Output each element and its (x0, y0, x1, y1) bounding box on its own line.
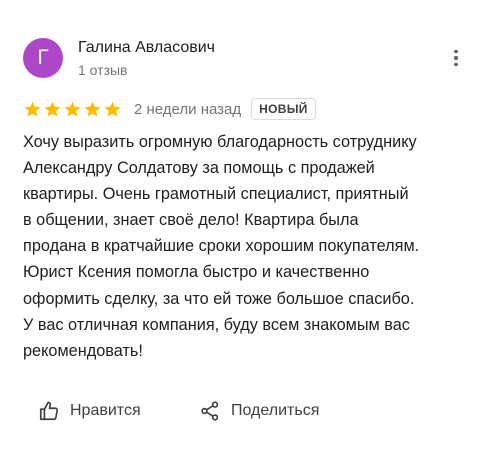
share-label: Поделиться (231, 402, 320, 419)
author-review-count: 1 отзыв (78, 62, 128, 78)
share-icon (199, 400, 221, 422)
avatar[interactable]: Г (23, 38, 63, 78)
star-rating (23, 100, 122, 119)
review-card: Г Галина Авласович 1 отзыв 2 недели наза… (0, 0, 493, 460)
author-name[interactable]: Галина Авласович (78, 38, 215, 58)
new-badge: НОВЫЙ (251, 98, 316, 120)
review-text: Хочу выразить огромную благодарность сот… (23, 133, 420, 360)
star-icon (44, 101, 61, 117)
thumb-up-icon (38, 400, 60, 422)
like-label: Нравится (70, 402, 141, 419)
star-icon (64, 101, 81, 117)
star-icon (84, 101, 101, 117)
like-button[interactable]: Нравится (38, 398, 141, 424)
star-icon (104, 101, 121, 117)
review-date: 2 недели назад (134, 100, 242, 118)
more-vert-icon[interactable] (446, 46, 466, 70)
star-icon (24, 101, 41, 117)
share-button[interactable]: Поделиться (199, 398, 319, 424)
rating-row: 2 недели назад НОВЫЙ (23, 97, 316, 121)
